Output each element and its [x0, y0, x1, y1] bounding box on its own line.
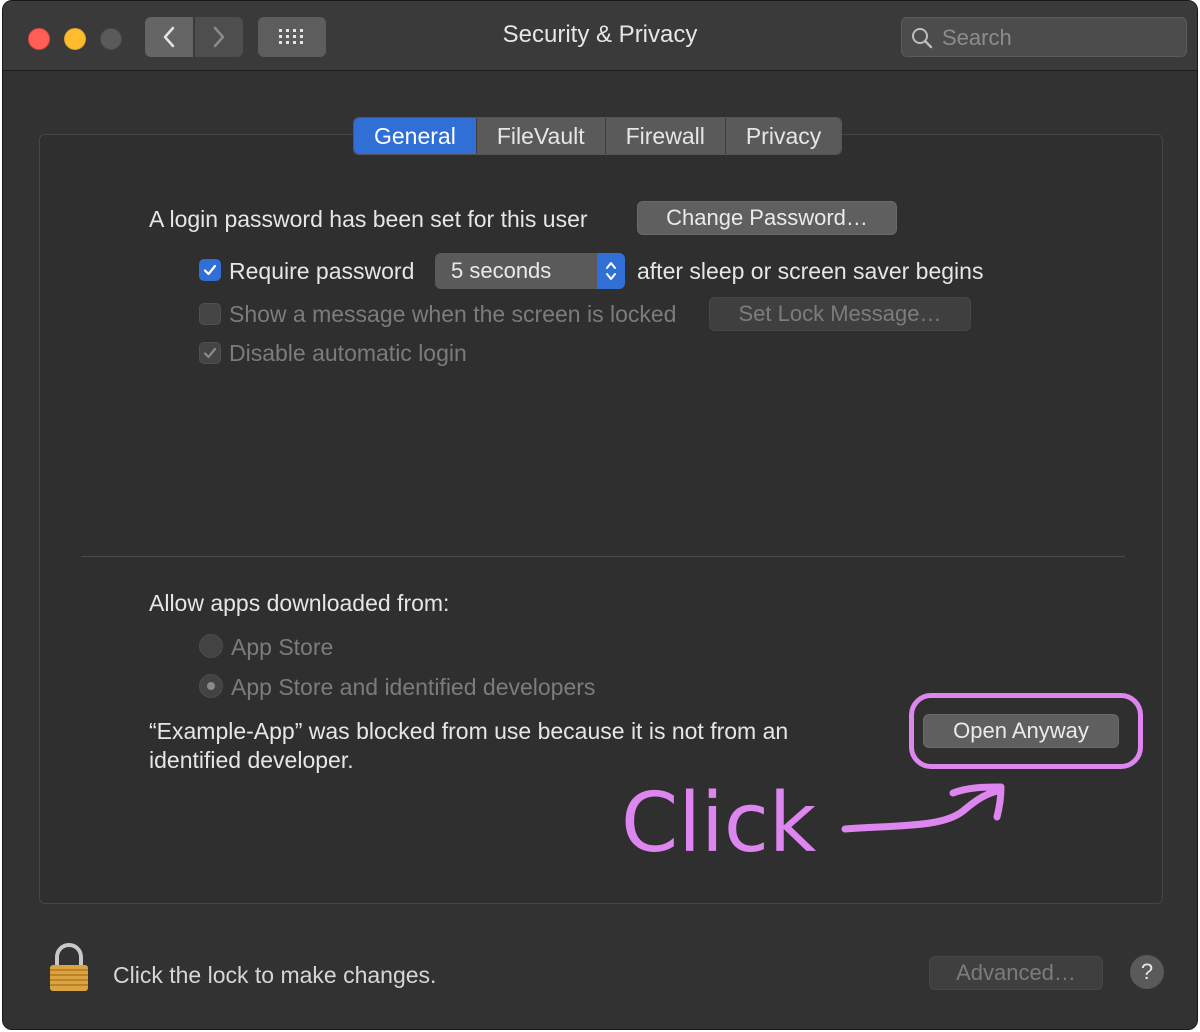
- show-message-checkbox[interactable]: [199, 303, 221, 325]
- click-annotation-text: Click: [621, 776, 817, 871]
- change-password-button[interactable]: Change Password…: [637, 201, 897, 235]
- radio-identified-developers-label: App Store and identified developers: [231, 674, 596, 700]
- lock-instruction-text: Click the lock to make changes.: [113, 962, 437, 988]
- blocked-message-line2: identified developer.: [149, 747, 354, 773]
- tab-bar: General FileVault Firewall Privacy: [353, 117, 843, 155]
- arrow-icon: [841, 787, 1001, 833]
- lock-icon[interactable]: [47, 943, 91, 998]
- disable-auto-login-label: Disable automatic login: [229, 340, 467, 366]
- search-placeholder: Search: [942, 25, 1012, 50]
- show-message-label: Show a message when the screen is locked: [229, 301, 677, 327]
- tab-firewall[interactable]: Firewall: [605, 118, 726, 154]
- advanced-button[interactable]: Advanced…: [929, 956, 1103, 990]
- password-delay-value: 5 seconds: [451, 258, 552, 283]
- allow-apps-heading: Allow apps downloaded from:: [149, 590, 450, 616]
- disable-auto-login-checkbox[interactable]: [199, 342, 221, 364]
- click-annotation: Click: [621, 776, 1005, 871]
- radio-identified-developers[interactable]: [199, 674, 223, 698]
- require-password-label: Require password: [229, 258, 415, 284]
- annotation-highlight-circle: [909, 693, 1143, 769]
- security-privacy-window: Security & Privacy Search General FileVa…: [2, 0, 1198, 1030]
- password-delay-select[interactable]: 5 seconds: [435, 253, 625, 289]
- tab-privacy[interactable]: Privacy: [725, 118, 842, 154]
- title-bar: Security & Privacy Search: [3, 1, 1197, 71]
- blocked-message-line1: “Example-App” was blocked from use becau…: [149, 718, 789, 744]
- tab-general[interactable]: General: [354, 118, 477, 154]
- tab-filevault[interactable]: FileVault: [476, 118, 606, 154]
- require-password-checkbox[interactable]: [199, 259, 221, 281]
- checkmark-icon: [203, 347, 217, 359]
- set-lock-message-button[interactable]: Set Lock Message…: [709, 297, 971, 331]
- search-icon: [912, 28, 933, 49]
- section-divider: [81, 556, 1125, 557]
- radio-app-store[interactable]: [199, 634, 223, 658]
- help-button[interactable]: ?: [1130, 955, 1164, 989]
- require-password-suffix: after sleep or screen saver begins: [637, 258, 984, 284]
- search-input[interactable]: Search: [901, 17, 1187, 57]
- stepper-arrows-icon: [597, 253, 625, 289]
- checkmark-icon: [203, 264, 217, 276]
- login-password-text: A login password has been set for this u…: [149, 206, 588, 232]
- radio-app-store-label: App Store: [231, 634, 334, 660]
- radio-selected-dot: [207, 682, 215, 690]
